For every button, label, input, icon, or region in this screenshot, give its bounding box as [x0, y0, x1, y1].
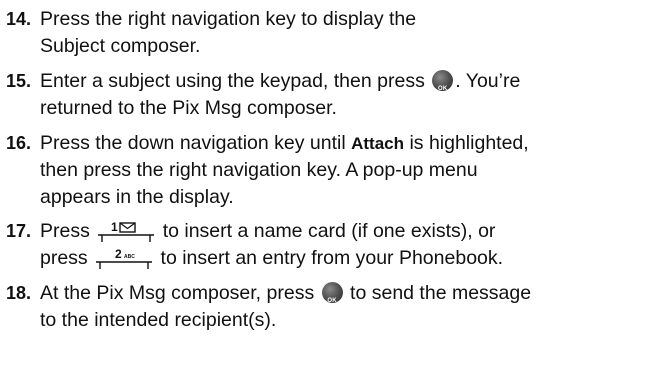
step-text-line: appears in the display. — [40, 186, 234, 208]
step-number: 16. — [6, 133, 32, 153]
key-letters: ABC — [124, 254, 135, 260]
key-label: 2 — [115, 248, 122, 261]
step-text-line: Enter a subject using the keypad, then p… — [40, 68, 520, 95]
key-label: 1 — [111, 221, 118, 234]
step-text-line: returned to the Pix Msg composer. — [40, 97, 337, 119]
step-text-line: press 2 ABC to insert an entry from your… — [40, 245, 503, 272]
step-number: 15. — [6, 71, 32, 91]
key-1-mail-icon: 1 — [98, 221, 155, 242]
step-text-line: to the intended recipient(s). — [40, 309, 277, 331]
step-text: Press — [40, 220, 90, 242]
step-text: Press the down navigation key until — [40, 132, 346, 154]
step-text: Enter a subject using the keypad, then p… — [40, 70, 425, 92]
step-text-line: At the Pix Msg composer, press OK to sen… — [40, 280, 531, 307]
step-text: At the Pix Msg composer, press — [40, 282, 315, 304]
step-text: . You’re — [455, 70, 521, 92]
step-number: 18. — [6, 283, 32, 303]
step-text-line: Press 1 to insert a name card (if one ex… — [40, 218, 495, 245]
step-text-line: Press the right navigation key to displa… — [40, 8, 417, 30]
step-text-line: then press the right navigation key. A p… — [40, 159, 478, 181]
step-text-line: Subject composer. — [40, 35, 201, 57]
key-2-abc-icon: 2 ABC — [96, 248, 153, 269]
attach-menu-label: Attach — [351, 134, 405, 153]
ok-button-icon: OK — [432, 70, 454, 92]
step-text: to send the message — [350, 282, 532, 304]
step-text: is highlighted, — [409, 132, 529, 154]
step-text: to insert a name card (if one exists), o… — [162, 220, 496, 242]
step-number: 17. — [6, 221, 32, 241]
step-number: 14. — [6, 9, 32, 29]
step-text-line: Press the down navigation key until Atta… — [40, 130, 529, 157]
ok-button-icon: OK — [321, 282, 343, 304]
step-text: press — [40, 247, 88, 269]
step-text: to insert an entry from your Phonebook. — [160, 247, 504, 269]
